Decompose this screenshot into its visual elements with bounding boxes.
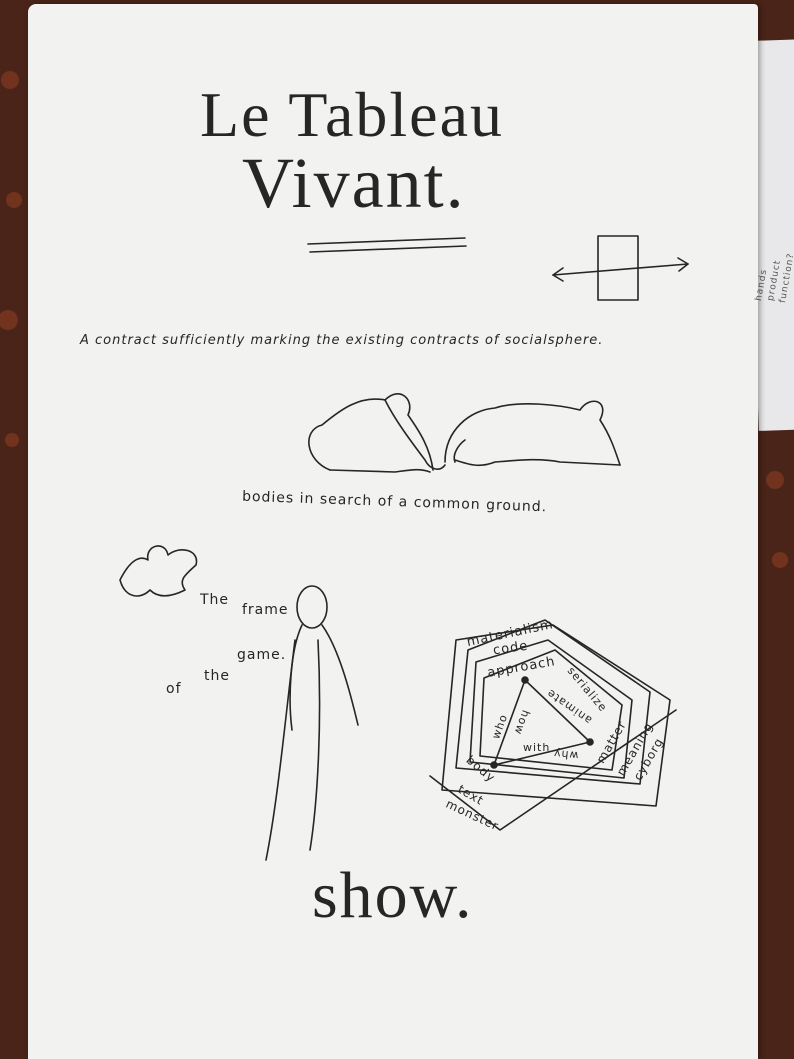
pentagon-diagram bbox=[429, 619, 677, 831]
standing-figure-sketch bbox=[265, 585, 359, 861]
ink-drawings bbox=[119, 235, 689, 861]
crawling-figure-sketch bbox=[444, 400, 621, 467]
puzzle-piece-sketch bbox=[119, 545, 198, 597]
crouching-figure-sketch bbox=[308, 393, 446, 473]
box-arrow-sketch bbox=[552, 235, 689, 301]
title-underline bbox=[307, 237, 467, 253]
